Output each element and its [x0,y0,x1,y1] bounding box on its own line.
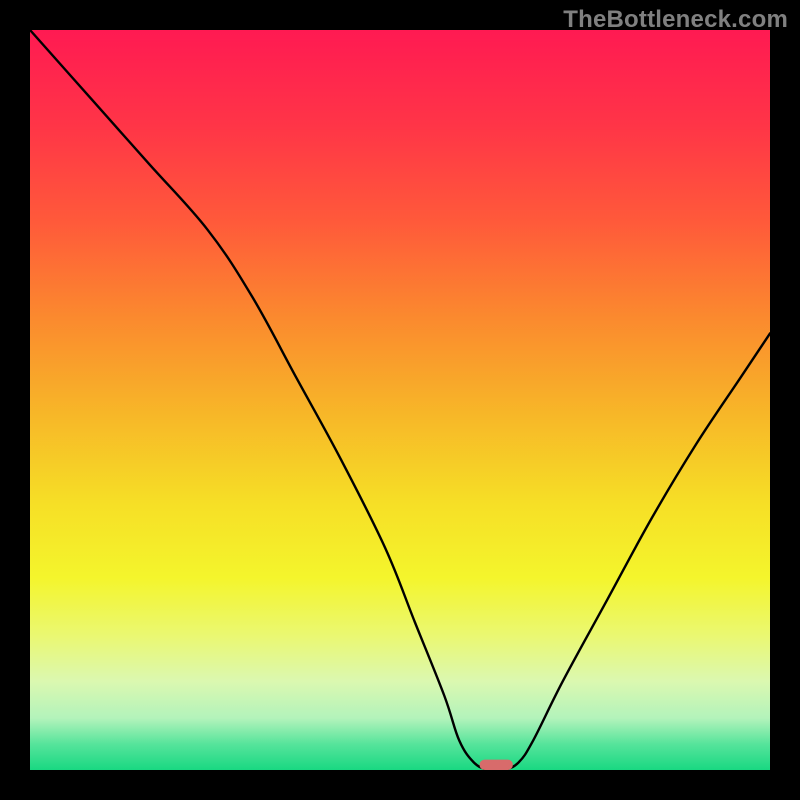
gradient-background [30,30,770,770]
optimal-marker [480,760,513,770]
bottleneck-chart [30,30,770,770]
chart-frame: TheBottleneck.com [0,0,800,800]
plot-area [30,30,770,770]
